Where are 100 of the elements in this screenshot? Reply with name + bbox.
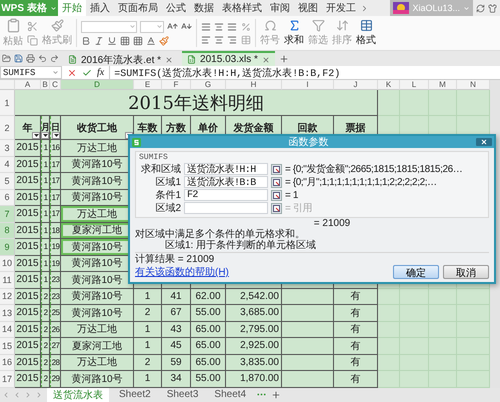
- new-tab-icon[interactable]: [278, 54, 289, 64]
- close-icon[interactable]: [165, 56, 174, 64]
- column-header[interactable]: E: [134, 80, 162, 90]
- ok-button[interactable]: 确定: [393, 265, 439, 279]
- column-header[interactable]: K: [378, 80, 400, 90]
- row-header[interactable]: 8: [0, 222, 15, 239]
- bold-icon[interactable]: [81, 36, 91, 46]
- align-top-icon[interactable]: [201, 22, 211, 32]
- align-right-icon[interactable]: [227, 34, 237, 44]
- sheet-tab[interactable]: Sheet4: [208, 388, 252, 402]
- column-header[interactable]: M: [429, 80, 457, 90]
- row-header[interactable]: 14: [0, 322, 15, 338]
- column-header[interactable]: J: [334, 80, 378, 90]
- ribbon-tab[interactable]: 开始: [58, 0, 86, 16]
- range-picker-button[interactable]: [271, 202, 282, 214]
- column-header[interactable]: G: [191, 80, 226, 90]
- cancel-icon[interactable]: [67, 68, 77, 78]
- sheet-tab[interactable]: Sheet3: [160, 388, 204, 402]
- row-header[interactable]: 2: [0, 116, 15, 140]
- close-icon[interactable]: [262, 56, 270, 64]
- column-header[interactable]: H: [226, 80, 282, 90]
- caret-icon: [54, 134, 58, 137]
- column-header[interactable]: I: [282, 80, 334, 90]
- paintbrush-icon[interactable]: [159, 36, 169, 46]
- column-heading: 方数: [166, 121, 186, 134]
- font-grow-icon[interactable]: [167, 21, 178, 32]
- column-header[interactable]: D: [61, 80, 134, 90]
- row-header[interactable]: 3: [0, 140, 15, 156]
- sheet-tab[interactable]: Sheet2: [113, 388, 157, 402]
- range-picker-button[interactable]: [271, 164, 282, 174]
- format-button[interactable]: 格式: [356, 19, 376, 47]
- check-icon[interactable]: [82, 68, 92, 78]
- ribbon-tab[interactable]: 公式: [162, 0, 190, 16]
- close-icon[interactable]: [476, 138, 492, 146]
- ribbon-tab[interactable]: 页面布局: [114, 0, 162, 16]
- row-header[interactable]: 15: [0, 338, 15, 354]
- column-header[interactable]: F: [162, 80, 191, 90]
- font-name-field[interactable]: [81, 20, 137, 32]
- row-header[interactable]: 5: [0, 173, 15, 190]
- align-bottom-icon[interactable]: [227, 22, 237, 32]
- row-header[interactable]: 17: [0, 371, 15, 388]
- column-header[interactable]: A: [15, 80, 41, 90]
- help-link[interactable]: 有关该函数的帮助(H): [135, 265, 229, 279]
- underline-icon[interactable]: [107, 36, 117, 46]
- sheet-tab[interactable]: 送货流水表: [47, 388, 109, 402]
- redo-icon[interactable]: [50, 54, 59, 63]
- refresh-icon[interactable]: [476, 4, 485, 12]
- row-header[interactable]: 12: [0, 288, 15, 305]
- row-header[interactable]: 4: [0, 156, 15, 173]
- add-sheet-icon[interactable]: [271, 390, 282, 400]
- column-header[interactable]: B: [41, 80, 50, 90]
- cancel-button[interactable]: 取消: [443, 265, 489, 279]
- row-header[interactable]: 7: [0, 206, 15, 222]
- argument-field[interactable]: F2: [184, 189, 268, 201]
- row-header[interactable]: 13: [0, 305, 15, 322]
- font-color-icon[interactable]: [146, 36, 156, 46]
- argument-label: 求和区域: [140, 162, 181, 176]
- align-center-icon[interactable]: [214, 34, 224, 44]
- row-header[interactable]: 6: [0, 190, 15, 206]
- range-picker-button[interactable]: [271, 176, 282, 188]
- row-header[interactable]: 1: [0, 90, 15, 116]
- insert-function-button[interactable]: fx: [97, 67, 104, 78]
- undo-icon[interactable]: [38, 54, 47, 63]
- ribbon-tab[interactable]: 开发工: [322, 0, 360, 16]
- italic-icon[interactable]: [94, 36, 104, 46]
- shirt-icon[interactable]: [488, 4, 497, 12]
- formula-field[interactable]: =SUMIFS(送货流水表!H:H,送货流水表!B:B,F2): [109, 66, 500, 79]
- row-header[interactable]: 10: [0, 256, 15, 272]
- ribbon-tab[interactable]: 表格样式: [218, 0, 266, 16]
- sum-button[interactable]: 求和: [284, 19, 304, 47]
- argument-result: = 引用: [285, 202, 312, 215]
- ribbon-tab[interactable]: 插入: [86, 0, 114, 16]
- borders-icon[interactable]: [133, 36, 143, 46]
- ribbon-tab[interactable]: 视图: [294, 0, 322, 16]
- range-picker-button[interactable]: [271, 190, 282, 200]
- borders-icon[interactable]: [120, 36, 130, 46]
- chevron-right-icon[interactable]: [360, 4, 369, 12]
- filter-dropdown-button[interactable]: [32, 132, 40, 139]
- row-header[interactable]: 11: [0, 272, 15, 288]
- font-shrink-icon[interactable]: [181, 21, 192, 32]
- filter-dropdown-button[interactable]: [41, 132, 49, 139]
- printer-icon[interactable]: [26, 54, 35, 63]
- caret-icon: [50, 4, 57, 12]
- column-header[interactable]: L: [400, 80, 429, 90]
- column-header[interactable]: C: [50, 80, 61, 90]
- ribbon-tab[interactable]: 审阅: [266, 0, 294, 16]
- align-left-icon[interactable]: [201, 34, 211, 44]
- align-middle-icon[interactable]: [214, 22, 224, 32]
- folder-icon[interactable]: [2, 54, 11, 63]
- row-header[interactable]: 9: [0, 239, 15, 256]
- save-icon[interactable]: [14, 54, 23, 63]
- name-box[interactable]: SUMIFS: [0, 66, 62, 79]
- ribbon-tab[interactable]: 数据: [190, 0, 218, 16]
- argument-field[interactable]: [184, 202, 268, 214]
- document-tab[interactable]: 2016年流水表.et *: [63, 51, 178, 66]
- font-size-field[interactable]: [140, 20, 164, 32]
- row-header[interactable]: 16: [0, 354, 15, 371]
- document-tab[interactable]: 2015.03.xls *: [182, 51, 275, 66]
- filter-dropdown-button[interactable]: [52, 132, 60, 139]
- column-header[interactable]: N: [457, 80, 490, 90]
